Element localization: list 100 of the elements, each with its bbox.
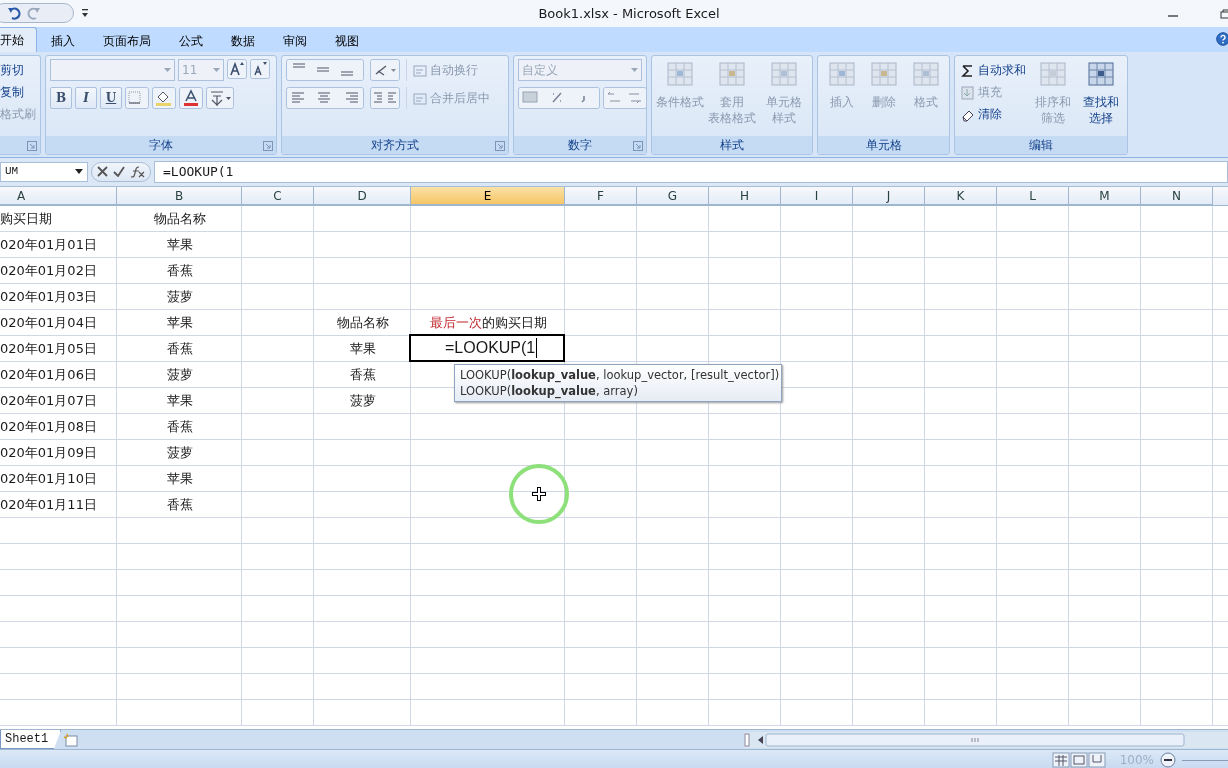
table-cell-text: 物品名称 [153, 210, 206, 229]
column-header[interactable]: A [0, 187, 117, 205]
table-cell-text: 020年01月11日 [0, 496, 97, 515]
dialog-launcher-icon[interactable] [263, 141, 273, 151]
table-cell-text: 香蕉 [166, 496, 193, 515]
column-header[interactable]: M [1069, 187, 1141, 205]
table-cell-text: 苹果 [166, 236, 193, 255]
column-header[interactable]: H [709, 187, 781, 205]
column-header[interactable]: F [565, 187, 637, 205]
font-name-field[interactable] [50, 59, 175, 81]
help-icon[interactable] [1216, 32, 1228, 46]
align-left-icon[interactable] [286, 87, 364, 109]
phonetic-icon[interactable] [206, 87, 234, 109]
merge-cells-icon [413, 91, 427, 106]
borders-icon[interactable] [125, 87, 149, 109]
group-label: 对齐方式 [371, 138, 419, 152]
ribbon-tab[interactable]: 审阅 [269, 28, 321, 52]
enter-icon[interactable] [113, 166, 125, 177]
table-cell-text: 020年01月06日 [0, 366, 97, 385]
name-box[interactable]: UM [0, 161, 88, 182]
toolbar-button[interactable]: 清除 [959, 103, 1028, 125]
fill-down-icon [961, 85, 975, 100]
table-cell-text: 菠萝 [166, 288, 193, 307]
table-cell-text: 苹果 [166, 392, 193, 411]
dialog-launcher-icon[interactable] [27, 141, 37, 151]
table-cell-text: 020年01月03日 [0, 288, 97, 307]
view-switch-icon[interactable] [1051, 752, 1106, 768]
column-header[interactable]: D [314, 187, 411, 205]
function-hint[interactable]: LOOKUP(lookup_value, array) [460, 383, 776, 399]
ribbon-button[interactable]: 查找和 选择 [1078, 59, 1123, 133]
table-cell-text: 020年01月10日 [0, 470, 97, 489]
ribbon-tab[interactable]: 开始 [0, 27, 37, 52]
dialog-launcher-icon[interactable] [495, 141, 505, 151]
table-cell-text: 020年01月04日 [0, 314, 97, 333]
undo-icon[interactable] [7, 6, 21, 20]
redo-icon[interactable] [27, 6, 41, 20]
column-header[interactable]: K [925, 187, 997, 205]
table-cell-text: 020年01月01日 [0, 236, 97, 255]
column-header[interactable]: N [1141, 187, 1213, 205]
column-header[interactable]: J [853, 187, 925, 205]
column-header[interactable]: I [781, 187, 853, 205]
table-cell-text: 香蕉 [166, 340, 193, 359]
format-button[interactable]: I [75, 87, 97, 109]
toolbar-button[interactable]: 剪切 [0, 59, 36, 81]
table-cell-text: 020年01月07日 [0, 392, 97, 411]
column-header[interactable]: B [117, 187, 242, 205]
table-cell-text: 菠萝 [166, 366, 193, 385]
horizontal-scrollbar[interactable] [744, 731, 1228, 748]
ribbon-tab[interactable]: 插入 [37, 28, 89, 52]
insert-function-icon[interactable] [130, 165, 145, 178]
group-label: 单元格 [865, 138, 902, 152]
column-header[interactable]: L [997, 187, 1069, 205]
format-button[interactable]: B [50, 87, 72, 109]
align-top-icon[interactable] [286, 59, 364, 81]
table-cell-text: 苹果 [349, 340, 376, 359]
group-label: 数字 [568, 138, 592, 152]
toolbar-button[interactable]: 复制 [0, 81, 36, 103]
sheet-tab[interactable]: Sheet1 [0, 730, 62, 749]
group-label: 编辑 [1029, 138, 1053, 152]
dialog-launcher-icon[interactable] [633, 141, 643, 151]
table-cell-text: 苹果 [166, 314, 193, 333]
format-button[interactable]: U [100, 87, 122, 109]
indent-icon[interactable] [370, 87, 400, 109]
table-cell-text: 香蕉 [166, 262, 193, 281]
column-header[interactable]: G [637, 187, 709, 205]
wrap-text-icon [413, 63, 427, 78]
table-cell-text: 物品名称 [336, 314, 389, 333]
ribbon-tab[interactable]: 视图 [321, 28, 373, 52]
cancel-icon[interactable] [97, 166, 108, 177]
active-cell-editor[interactable]: =LOOKUP(1 [409, 334, 565, 362]
table-cell-text: 菠萝 [349, 392, 376, 411]
table-cell-text: 苹果 [166, 470, 193, 489]
ribbon-tab[interactable]: 页面布局 [89, 28, 165, 52]
ribbon-tab[interactable]: 数据 [217, 28, 269, 52]
zoom-out-icon[interactable] [1160, 752, 1176, 768]
grow-font-icon[interactable] [227, 59, 247, 79]
customize-toolbar-icon[interactable] [81, 8, 89, 18]
formula-field[interactable]: =LOOKUP(1 [154, 160, 1228, 183]
ribbon-tab[interactable]: 公式 [165, 28, 217, 52]
column-header[interactable]: C [242, 187, 314, 205]
insert-sheet-icon[interactable] [63, 732, 80, 747]
sigma-icon [961, 63, 975, 78]
shrink-font-icon[interactable] [250, 59, 270, 79]
table-cell-text: 020年01月05日 [0, 340, 97, 359]
table-cell-text: 020年01月08日 [0, 418, 97, 437]
column-header[interactable]: E [411, 187, 565, 205]
restore-icon[interactable] [1220, 9, 1228, 19]
orientation-icon[interactable] [370, 59, 400, 81]
table-cell-text: 020年01月09日 [0, 444, 97, 463]
cursor-icon [508, 463, 570, 525]
window-title: Book1.xlsx - Microsoft Excel [538, 4, 720, 23]
font-color-icon[interactable] [179, 87, 203, 109]
toolbar-button[interactable]: 自动求和 [959, 59, 1028, 81]
dropdown-arrow-icon[interactable] [75, 169, 83, 174]
fill-color-icon[interactable] [152, 87, 176, 109]
group-label: 字体 [149, 138, 173, 152]
table-cell-text: 最后一次的购买日期 [429, 314, 547, 333]
table-cell-text: 香蕉 [349, 366, 376, 385]
table-cell-text: 香蕉 [166, 418, 193, 437]
table-cell-text: 菠萝 [166, 444, 193, 463]
